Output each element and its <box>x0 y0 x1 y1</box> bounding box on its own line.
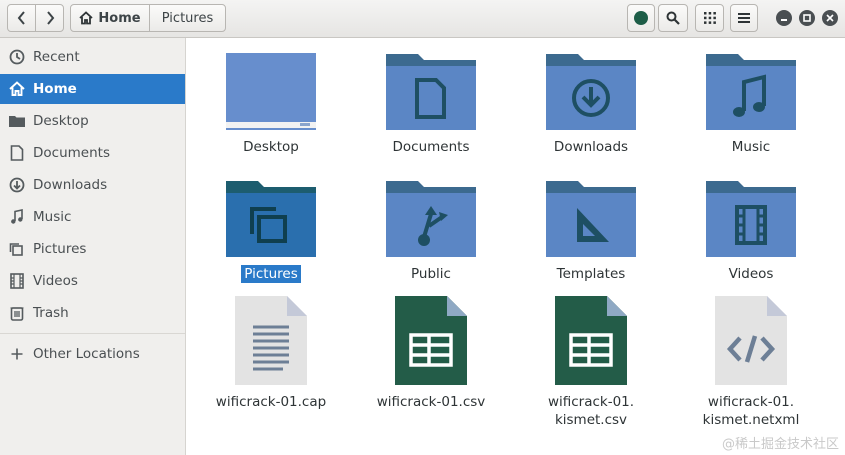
sidebar-item-recent[interactable]: Recent <box>0 42 185 72</box>
file-label: Public <box>411 266 451 282</box>
file-label: Desktop <box>243 139 299 155</box>
close-icon <box>826 14 834 22</box>
sidebar-item-desktop[interactable]: Desktop <box>0 106 185 136</box>
file-label: wificrack-01. kismet.csv <box>547 394 635 428</box>
breadcrumb-pictures-label: Pictures <box>161 10 214 26</box>
maximize-icon <box>803 14 811 22</box>
file-label: Templates <box>556 266 626 282</box>
watermark: @稀土掘金技术社区 <box>721 437 839 452</box>
folder-item-documents[interactable]: Documents <box>351 42 511 156</box>
home-icon <box>8 80 26 98</box>
file-label: Downloads <box>553 139 629 155</box>
folder-item-public[interactable]: Public <box>351 169 511 283</box>
file-item-wificrack-kismet-netxml[interactable]: wificrack-01. kismet.netxml <box>671 296 831 429</box>
document-icon <box>8 144 26 162</box>
sidebar-item-label: Pictures <box>33 241 87 257</box>
plus-icon <box>8 345 26 363</box>
operations-status-button[interactable] <box>627 4 655 32</box>
sidebar-item-label: Home <box>33 81 77 97</box>
folder-item-downloads[interactable]: Downloads <box>511 42 671 156</box>
spreadsheet-file-icon <box>395 296 467 385</box>
sidebar-item-label: Downloads <box>33 177 108 193</box>
videos-icon <box>8 272 26 290</box>
pictures-icon <box>8 240 26 258</box>
view-mode-button[interactable] <box>695 4 724 32</box>
sidebar-item-label: Videos <box>33 273 78 289</box>
sidebar-separator <box>0 333 185 334</box>
breadcrumb-home[interactable]: Home <box>70 4 150 32</box>
file-item-wificrack-csv[interactable]: wificrack-01.csv <box>351 296 511 411</box>
sidebar-item-label: Desktop <box>33 113 89 129</box>
file-label: wificrack-01.cap <box>215 394 327 410</box>
close-button[interactable] <box>822 10 838 26</box>
recent-clock-icon <box>8 48 26 66</box>
back-button[interactable] <box>7 4 36 32</box>
folder-item-desktop[interactable]: Desktop <box>191 42 351 156</box>
folder-item-templates[interactable]: Templates <box>511 169 671 283</box>
search-button[interactable] <box>658 4 688 32</box>
sidebar-item-pictures[interactable]: Pictures <box>0 234 185 264</box>
music-icon <box>8 208 26 226</box>
breadcrumb-home-label: Home <box>98 10 141 26</box>
downloads-folder-icon <box>546 54 636 130</box>
chevron-right-icon <box>46 11 54 25</box>
videos-folder-icon <box>706 181 796 257</box>
folder-item-pictures[interactable]: Pictures <box>191 169 351 283</box>
sidebar-item-label: Music <box>33 209 72 225</box>
spreadsheet-file-icon <box>555 296 627 385</box>
home-icon <box>79 11 94 25</box>
trash-icon <box>8 304 26 322</box>
grid-view-icon <box>703 12 716 24</box>
sidebar-item-music[interactable]: Music <box>0 202 185 232</box>
sidebar-item-trash[interactable]: Trash <box>0 298 185 328</box>
desktop-folder-icon <box>226 53 316 130</box>
header-bar: Home Pictures <box>0 0 845 38</box>
file-item-wificrack-kismet-csv[interactable]: wificrack-01. kismet.csv <box>511 296 671 429</box>
file-icon-view: Desktop Documents Downloads Music Pictur… <box>187 39 845 455</box>
folder-item-music[interactable]: Music <box>671 42 831 156</box>
breadcrumb-pictures[interactable]: Pictures <box>149 4 226 32</box>
code-file-icon <box>715 296 787 385</box>
minimize-icon <box>781 19 787 21</box>
maximize-button[interactable] <box>799 10 815 26</box>
text-file-icon <box>235 296 307 385</box>
hamburger-menu-icon <box>738 13 750 23</box>
folder-item-videos[interactable]: Videos <box>671 169 831 283</box>
music-folder-icon <box>706 54 796 130</box>
file-label: Pictures <box>241 265 301 283</box>
forward-button[interactable] <box>35 4 64 32</box>
sidebar-item-downloads[interactable]: Downloads <box>0 170 185 200</box>
file-label: wificrack-01.csv <box>376 394 486 410</box>
file-label: Documents <box>392 139 470 155</box>
download-icon <box>8 176 26 194</box>
file-label: Videos <box>728 266 774 282</box>
folder-icon <box>8 112 26 130</box>
sidebar-item-label: Recent <box>33 49 80 65</box>
status-indicator-icon <box>634 11 648 25</box>
documents-folder-icon <box>386 54 476 130</box>
file-item-wificrack-cap[interactable]: wificrack-01.cap <box>191 296 351 411</box>
pictures-folder-icon <box>226 181 316 257</box>
menu-button[interactable] <box>730 4 758 32</box>
sidebar-item-label: Trash <box>33 305 69 321</box>
sidebar-item-videos[interactable]: Videos <box>0 266 185 296</box>
chevron-left-icon <box>17 11 25 25</box>
sidebar-item-home[interactable]: Home <box>0 74 185 104</box>
sidebar-item-documents[interactable]: Documents <box>0 138 185 168</box>
sidebar-item-other-locations[interactable]: Other Locations <box>0 339 185 369</box>
sidebar-item-label: Other Locations <box>33 346 140 362</box>
places-sidebar: Recent Home Desktop Documents Downloads … <box>0 38 186 455</box>
file-label: Music <box>731 139 771 155</box>
templates-folder-icon <box>546 181 636 257</box>
file-label: wificrack-01. kismet.netxml <box>702 394 800 428</box>
minimize-button[interactable] <box>776 10 792 26</box>
search-icon <box>666 11 680 25</box>
public-share-folder-icon <box>386 181 476 257</box>
sidebar-item-label: Documents <box>33 145 110 161</box>
